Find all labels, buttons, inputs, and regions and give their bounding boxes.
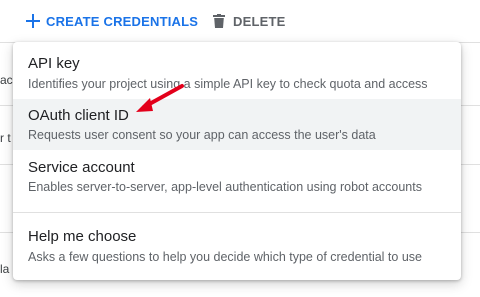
menu-item-title: API key — [28, 55, 80, 72]
trash-icon — [213, 14, 225, 28]
menu-item-oauth-client-id[interactable]: OAuth client ID Requests user consent so… — [13, 99, 461, 150]
menu-item-title: Help me choose — [28, 228, 137, 245]
menu-item-description: Asks a few questions to help you decide … — [28, 250, 422, 264]
red-arrow-annotation-icon — [136, 84, 184, 112]
menu-item-description: Enables server-to-server, app-level auth… — [28, 180, 422, 194]
menu-item-help-me-choose[interactable]: Help me choose Asks a few questions to h… — [13, 214, 461, 280]
create-credentials-menu: API key Identifies your project using a … — [13, 42, 461, 280]
plus-icon — [26, 14, 40, 28]
menu-item-description: Identifies your project using a simple A… — [28, 77, 428, 91]
menu-item-description: Requests user consent so your app can ac… — [28, 128, 376, 142]
delete-button[interactable]: DELETE — [213, 0, 285, 42]
background-text: r t — [0, 131, 11, 145]
menu-item-api-key[interactable]: API key Identifies your project using a … — [13, 42, 461, 98]
create-credentials-button[interactable]: CREATE CREDENTIALS — [26, 0, 198, 42]
delete-label: DELETE — [233, 13, 286, 29]
menu-item-title: OAuth client ID — [28, 107, 129, 124]
background-text: ac — [0, 73, 13, 87]
background-text: la — [0, 262, 10, 276]
menu-item-title: Service account — [28, 159, 135, 176]
menu-divider — [13, 212, 461, 213]
create-credentials-label: CREATE CREDENTIALS — [46, 13, 199, 29]
menu-item-service-account[interactable]: Service account Enables server-to-server… — [13, 151, 461, 207]
toolbar: CREATE CREDENTIALS DELETE — [0, 0, 480, 43]
